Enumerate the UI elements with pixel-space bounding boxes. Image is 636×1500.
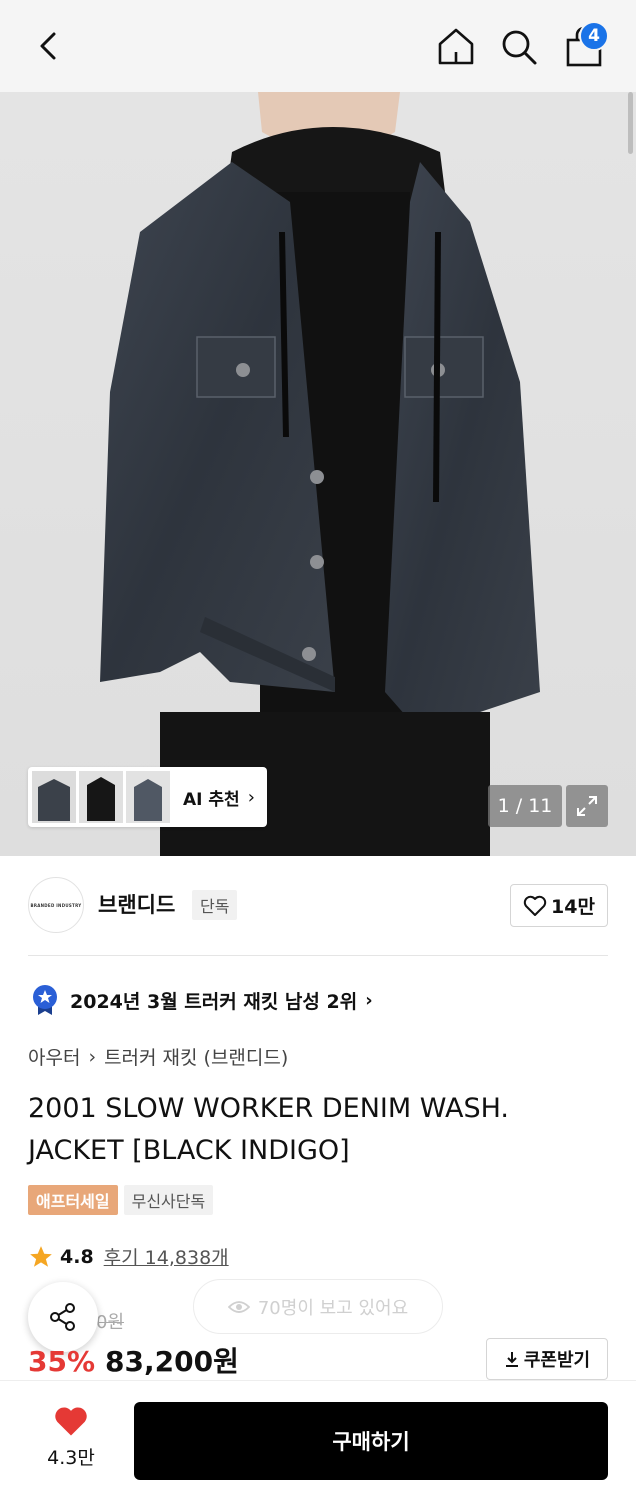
rating-row: 4.8 후기 14,838개 [28,1243,229,1270]
share-icon [50,1303,75,1331]
buy-button[interactable]: 구매하기 [134,1402,608,1480]
ai-recommend-label: AI 추천 [183,789,240,810]
top-bar: 4 [0,0,636,92]
brand-like-count: 14만 [551,896,595,918]
heart-outline-icon [523,895,547,916]
product-image[interactable] [0,92,636,856]
bottom-action-bar: 4.3만 구매하기 [0,1380,636,1500]
cart-count-badge: 4 [579,21,609,51]
original-price: 0원 [96,1312,125,1333]
brand-name[interactable]: 브랜디드 [98,889,175,919]
home-icon[interactable] [436,26,476,66]
rating-score: 4.8 [60,1245,94,1268]
expand-icon[interactable] [566,785,608,827]
chevron-right-icon: › [365,989,373,1011]
chevron-left-icon[interactable] [34,28,66,64]
wishlist-button[interactable]: 4.3만 [38,1405,104,1470]
ai-recommend-button[interactable]: AI 추천 › [28,767,267,827]
reviews-link[interactable]: 후기 14,838개 [104,1243,229,1270]
product-badges: 애프터세일 무신사단독 [28,1185,214,1215]
coupon-label: 쿠폰받기 [523,1350,591,1371]
brand-like-button[interactable]: 14만 [510,884,608,927]
viewers-text: 70명이 보고 있어요 [257,1297,409,1319]
exclusive-tag: 단독 [192,890,238,920]
heart-filled-icon [55,1407,87,1436]
recommend-thumb-1 [32,771,76,823]
sale-price: 83,200원 [105,1345,239,1378]
product-photo-illustration [100,92,540,856]
discount-rate: 35% [28,1345,96,1378]
eye-icon [227,1300,250,1313]
product-title: 2001 SLOW WORKER DENIM WASH. JACKET [BLA… [28,1093,509,1166]
recommend-thumb-2 [79,771,123,823]
after-sale-badge: 애프터세일 [28,1185,118,1215]
image-counter: 1 / 11 [488,785,562,827]
brand-logo-text: BRANDED INDUSTRY [30,902,82,908]
price-row: 35% 83,200원 [28,1340,239,1380]
breadcrumb-subcategory[interactable]: 트러커 재킷 (브랜디드) [104,1043,288,1070]
star-icon [30,1245,52,1267]
scroll-indicator[interactable] [628,92,633,154]
chevron-right-icon: › [247,786,255,808]
download-icon [505,1352,518,1367]
divider [28,955,608,956]
coupon-button[interactable]: 쿠폰받기 [486,1338,608,1380]
wishlist-count: 4.3만 [47,1447,95,1469]
musinsa-exclusive-badge: 무신사단독 [123,1185,214,1215]
ranking-text: 2024년 3월 트러커 재킷 남성 2위 [70,990,358,1013]
viewers-pill: 70명이 보고 있어요 [193,1279,443,1334]
chevron-right-icon: › [88,1045,97,1068]
recommend-thumb-3 [126,771,170,823]
ranking-medal-icon [33,985,57,1015]
breadcrumb-category[interactable]: 아우터 [28,1043,80,1070]
ranking-link[interactable]: 2024년 3월 트러커 재킷 남성 2위 › [32,984,373,1016]
breadcrumb: 아우터 › 트러커 재킷 (브랜디드) [28,1043,288,1070]
search-icon[interactable] [500,28,538,66]
brand-logo[interactable]: BRANDED INDUSTRY [28,877,84,933]
